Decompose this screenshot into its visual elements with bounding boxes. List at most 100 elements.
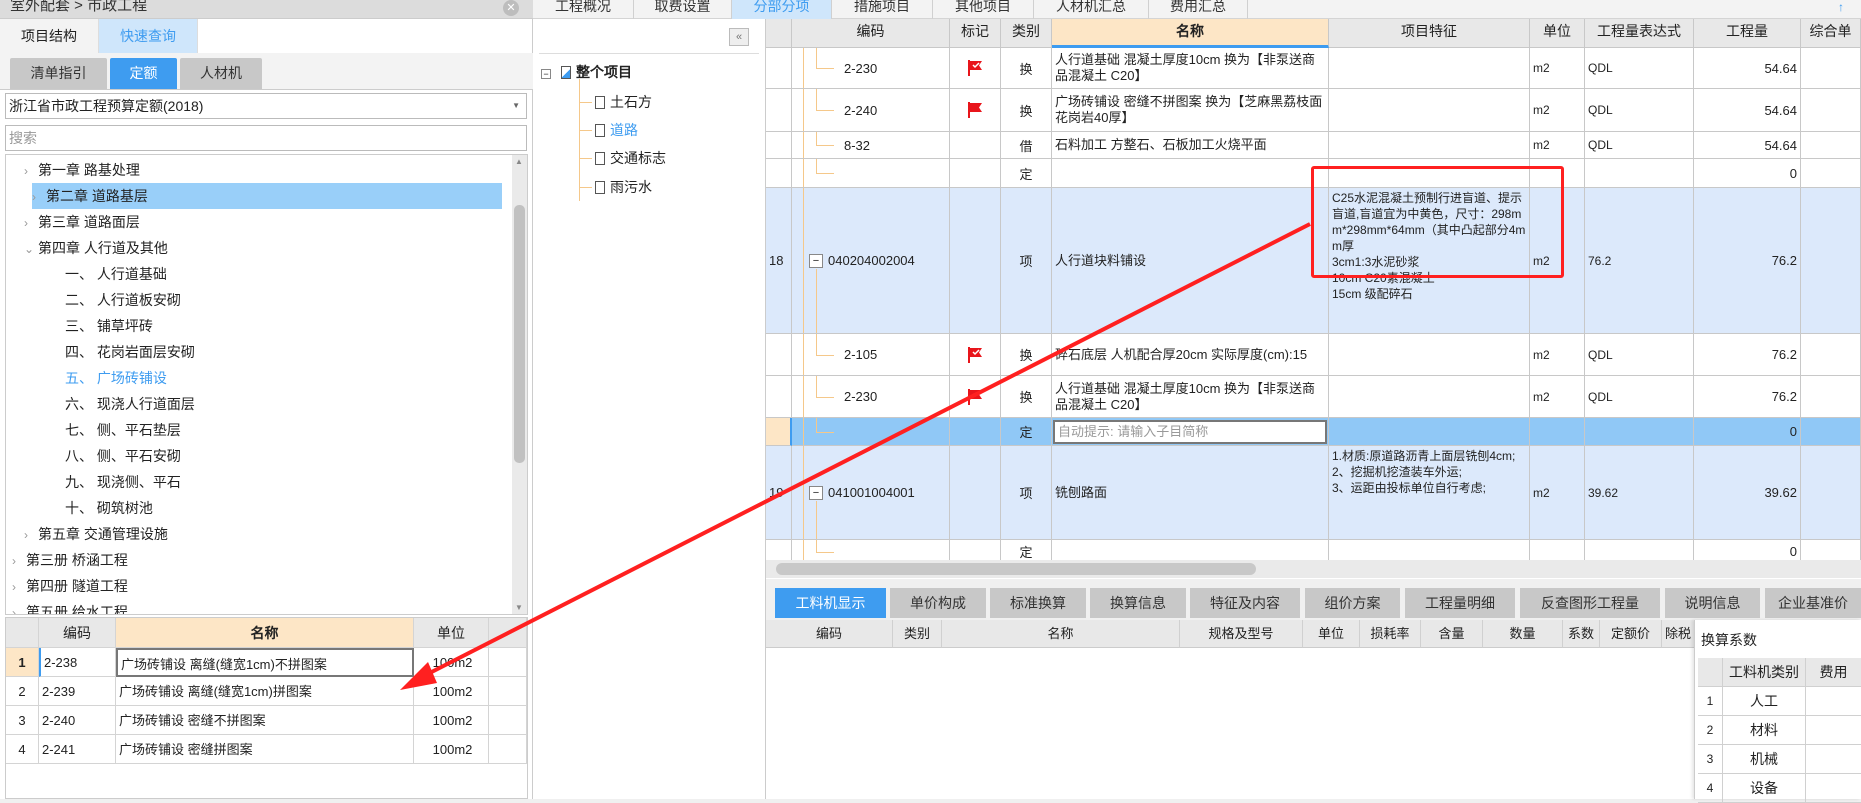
material-column-header[interactable]: 损耗率 — [1360, 620, 1421, 648]
material-column-header[interactable]: 编码 — [766, 620, 893, 648]
top-tab[interactable]: 人材机汇总 — [1034, 0, 1149, 19]
tree-scrollbar[interactable]: ▲ ▼ — [512, 155, 527, 614]
left-panel-tab[interactable]: 快速查询 — [99, 19, 198, 53]
column-header-quantity-expression[interactable]: 工程量表达式 — [1585, 19, 1694, 48]
tree-item[interactable]: 二、 人行道板安砌 — [6, 287, 496, 313]
column-header-name[interactable]: 名称 — [1052, 19, 1329, 48]
material-column-header[interactable]: 类别 — [893, 620, 942, 648]
cell-quantity-expression[interactable]: 76.2 — [1585, 188, 1694, 334]
cell-quantity-expression[interactable]: QDL — [1585, 89, 1694, 132]
top-tab[interactable]: 其他项目 — [933, 0, 1034, 19]
detail-tab[interactable]: 换算信息 — [1090, 588, 1186, 618]
top-tab[interactable]: 工程概况 — [533, 0, 634, 19]
chevron-down-icon[interactable]: ⌄ — [24, 236, 38, 262]
cell-feature[interactable] — [1329, 48, 1530, 89]
detail-tab[interactable]: 单价构成 — [890, 588, 986, 618]
scroll-down-icon[interactable]: ▼ — [515, 603, 523, 612]
collapse-box-icon[interactable]: − — [809, 485, 823, 500]
tree-item[interactable]: 十、 砌筑树池 — [6, 495, 496, 521]
cell-code[interactable]: −041001004001 — [792, 446, 950, 540]
sub-tab[interactable]: 清单指引 — [10, 58, 107, 89]
cell-unit[interactable]: m2 — [1530, 334, 1585, 376]
column-header[interactable]: 编码 — [39, 618, 116, 648]
quota-code[interactable]: 2-241 — [39, 735, 116, 764]
cell-category[interactable]: 换 — [1001, 48, 1052, 89]
tree-item[interactable]: 六、 现浇人行道面层 — [6, 391, 496, 417]
scroll-up-icon[interactable]: ▲ — [515, 157, 523, 166]
column-header-unit[interactable]: 单位 — [1530, 19, 1585, 48]
tree-item[interactable]: › 第二章 道路基层 — [32, 183, 502, 209]
cell-mark[interactable] — [950, 89, 1001, 132]
cell-mark[interactable] — [950, 48, 1001, 89]
material-column-header[interactable]: 数量 — [1483, 620, 1563, 648]
cell-unit-price[interactable] — [1801, 159, 1861, 188]
cell-code[interactable]: −040204002004 — [792, 188, 950, 334]
name-input[interactable]: 自动提示: 请输入子目简称 — [1053, 419, 1327, 444]
chevron-right-icon[interactable]: › — [24, 158, 38, 184]
cell-quantity[interactable]: 0 — [1694, 418, 1801, 446]
collapse-box-icon[interactable]: − — [809, 253, 823, 268]
top-tab[interactable]: 措施项目 — [832, 0, 933, 19]
quota-code[interactable]: 2-239 — [39, 677, 116, 706]
column-header-row-number[interactable] — [766, 19, 792, 48]
chevron-right-icon[interactable]: › — [24, 522, 38, 548]
tree-item[interactable]: › 第四册 隧道工程 — [6, 573, 496, 599]
cell-mark[interactable] — [950, 159, 1001, 188]
cell-unit[interactable]: m2 — [1530, 89, 1585, 132]
tree-item[interactable]: 四、 花岗岩面层安砌 — [6, 339, 496, 365]
cell-mark[interactable] — [950, 188, 1001, 334]
detail-tab[interactable]: 组价方案 — [1305, 588, 1400, 618]
cell-name[interactable]: 石料加工 方整石、石板加工火烧平面 — [1052, 132, 1329, 159]
chevron-right-icon[interactable]: › — [12, 548, 26, 574]
cell-code[interactable]: 2-240 — [792, 89, 950, 132]
cell-name[interactable]: 人行道基础 混凝土厚度10cm 换为【非泵送商品混凝土 C20】 — [1052, 48, 1329, 89]
cell-name[interactable]: 铣刨路面 — [1052, 446, 1329, 540]
detail-tab[interactable]: 说明信息 — [1665, 588, 1760, 618]
cell-quantity[interactable]: 54.64 — [1694, 132, 1801, 159]
cell-unit[interactable]: m2 — [1530, 48, 1585, 89]
scrollbar-thumb[interactable] — [514, 205, 525, 463]
cell-category[interactable]: 换 — [1001, 334, 1052, 376]
project-tree-node[interactable]: 土石方 — [580, 92, 652, 112]
tree-item[interactable]: 三、 铺草坪砖 — [6, 313, 496, 339]
cell-code[interactable] — [792, 418, 950, 446]
tree-item[interactable]: 七、 侧、平石垫层 — [6, 417, 496, 443]
material-column-header[interactable]: 单位 — [1303, 620, 1360, 648]
chevron-right-icon[interactable]: › — [12, 574, 26, 600]
cell-quantity[interactable]: 54.64 — [1694, 89, 1801, 132]
cell-quantity[interactable]: 0 — [1694, 159, 1801, 188]
quota-name[interactable]: 广场砖铺设 密缝拼图案 — [116, 735, 414, 764]
column-header[interactable]: 名称 — [116, 618, 414, 648]
material-column-header[interactable]: 名称 — [942, 620, 1180, 648]
tree-item[interactable]: › 第五册 给水工程 — [6, 599, 496, 614]
cell-unit[interactable] — [1530, 418, 1585, 446]
tree-item[interactable]: › 第五章 交通管理设施 — [6, 521, 496, 547]
cell-mark[interactable] — [950, 334, 1001, 376]
chevron-right-icon[interactable]: › — [12, 600, 26, 614]
column-header-code[interactable]: 编码 — [792, 19, 950, 48]
detail-tab[interactable]: 标准换算 — [990, 588, 1086, 618]
horizontal-scrollbar[interactable] — [766, 560, 1861, 578]
search-input[interactable] — [5, 125, 527, 151]
cell-unit-price[interactable] — [1801, 89, 1861, 132]
cell-unit-price[interactable] — [1801, 334, 1861, 376]
cell-category[interactable]: 借 — [1001, 132, 1052, 159]
material-column-header[interactable]: 含量 — [1421, 620, 1483, 648]
cell-feature[interactable] — [1329, 334, 1530, 376]
cell-feature[interactable]: 1.材质:原道路沥青上面层铣刨4cm; 2、挖掘机挖渣装车外运; 3、运距由投标… — [1329, 446, 1530, 540]
material-column-header[interactable]: 规格及型号 — [1180, 620, 1303, 648]
top-tab[interactable]: 费用汇总 — [1149, 0, 1248, 19]
cost-coefficient-input[interactable] — [1806, 716, 1861, 745]
cell-quantity-expression[interactable]: 39.62 — [1585, 446, 1694, 540]
project-root-node[interactable]: − 整个项目 — [541, 62, 632, 82]
cell-unit[interactable]: m2 — [1530, 132, 1585, 159]
cell-unit-price[interactable] — [1801, 132, 1861, 159]
tree-item[interactable]: › 第一章 路基处理 — [6, 157, 496, 183]
cell-name[interactable] — [1052, 159, 1329, 188]
cell-unit-price[interactable] — [1801, 188, 1861, 334]
cell-unit-price[interactable] — [1801, 376, 1861, 418]
cell-unit-price[interactable] — [1801, 418, 1861, 446]
cell-quantity-expression[interactable]: QDL — [1585, 376, 1694, 418]
cell-quantity[interactable]: 76.2 — [1694, 334, 1801, 376]
cell-feature[interactable] — [1329, 376, 1530, 418]
